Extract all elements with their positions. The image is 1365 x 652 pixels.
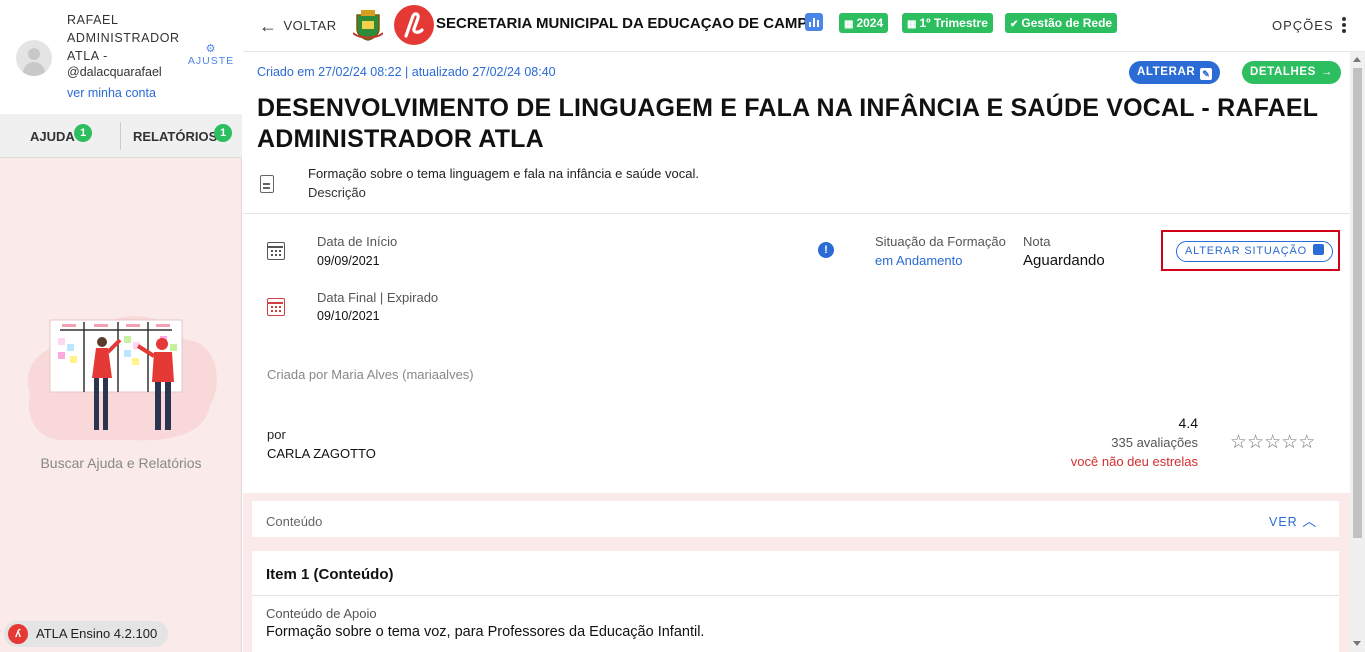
gear-icon: ⚙	[205, 43, 217, 55]
reports-count-badge: 1	[214, 124, 232, 142]
rating-count: 335 avaliações	[1111, 435, 1198, 450]
tab-reports[interactable]: RELATÓRIOS	[133, 114, 217, 158]
star-icon[interactable]: ☆	[1247, 432, 1264, 453]
tag-year[interactable]: ▦ 2024	[839, 13, 889, 33]
document-icon	[260, 175, 274, 193]
end-date-label: Data Final | Expirado	[317, 290, 439, 305]
highlight-box: ALTERAR SITUAÇÃO	[1161, 230, 1340, 271]
sidebar-tabs: AJUDA 1 RELATÓRIOS 1	[0, 114, 242, 158]
page-title: DESENVOLVIMENTO DE LINGUAGEM E FALA NA I…	[257, 94, 1318, 153]
atla-logo-icon: ʎ	[8, 624, 28, 644]
top-bar: ← VOLTAR SECRETARIA MUNICIPAL DA EDUCAÇAO…	[243, 0, 1365, 52]
chart-icon[interactable]	[805, 13, 823, 31]
user-name: RAFAEL ADMINISTRADOR ATLA -	[67, 13, 180, 63]
support-label: Conteúdo de Apoio	[266, 606, 377, 621]
tab-reports-label: RELATÓRIOS	[133, 129, 218, 144]
by-label: por	[267, 427, 286, 442]
help-count-badge: 1	[74, 124, 92, 142]
grade-value: Aguardando	[1023, 252, 1105, 269]
description-text: Formação sobre o tema linguagem e fala n…	[308, 166, 699, 181]
my-account-link[interactable]: ver minha conta	[67, 86, 156, 100]
version-badge: ʎ ATLA Ensino 4.2.100	[4, 621, 168, 647]
end-date-value: 09/10/2021	[317, 309, 380, 323]
atla-logo-icon	[404, 12, 424, 38]
start-date-value: 09/09/2021	[317, 254, 380, 268]
star-rating[interactable]: ☆☆☆☆☆	[1230, 431, 1315, 454]
created-info: Criado em 27/02/24 08:22 | atualizado 27…	[257, 65, 556, 79]
brand-logo[interactable]	[394, 5, 434, 45]
status-value[interactable]: em Andamento	[875, 253, 962, 268]
chevron-up-icon: ︿	[1302, 513, 1318, 529]
divider	[243, 213, 1350, 214]
rating-notice: você não deu estrelas	[1070, 454, 1198, 469]
edit-button-label: ALTERAR	[1137, 66, 1196, 78]
tag-period-label: 1º Trimestre	[919, 16, 988, 30]
user-panel: RAFAEL ADMINISTRADOR ATLA - @dalacquaraf…	[0, 0, 242, 114]
toggle-content-button[interactable]: VER ︿	[1269, 511, 1317, 531]
tag-scope[interactable]: ✔ Gestão de Rede	[1005, 13, 1118, 33]
star-icon[interactable]: ☆	[1298, 432, 1315, 453]
edit-icon: ✎	[1200, 68, 1213, 80]
description-label: Descrição	[308, 185, 366, 200]
more-vertical-icon[interactable]	[1342, 17, 1348, 35]
support-text: Formação sobre o tema voz, para Professo…	[266, 624, 705, 640]
back-label: VOLTAR	[283, 18, 337, 33]
user-handle: @dalacquarafael	[67, 65, 162, 79]
info-icon[interactable]: !	[818, 242, 834, 258]
settings-label: AJUSTE	[187, 55, 235, 67]
change-status-button[interactable]: ALTERAR SITUAÇÃO	[1176, 241, 1334, 262]
tag-period[interactable]: ▦ 1º Trimestre	[902, 13, 993, 33]
arrow-right-icon: →	[1320, 66, 1334, 78]
by-value: CARLA ZAGOTTO	[267, 446, 376, 461]
tab-divider	[120, 122, 121, 150]
grade-label: Nota	[1023, 234, 1051, 249]
municipal-crest-icon	[353, 10, 383, 41]
star-icon[interactable]: ☆	[1264, 432, 1281, 453]
calendar-icon: ▦	[844, 19, 854, 30]
change-status-label: ALTERAR SITUAÇÃO	[1185, 245, 1308, 257]
toggle-label: VER	[1269, 515, 1298, 529]
scroll-down-icon[interactable]	[1353, 641, 1361, 646]
back-button[interactable]: ← VOLTAR	[259, 16, 337, 37]
tag-year-label: 2024	[856, 16, 884, 30]
star-icon[interactable]: ☆	[1230, 432, 1247, 453]
arrow-left-icon: ←	[259, 16, 278, 36]
star-icon[interactable]: ☆	[1281, 432, 1298, 453]
help-illustration	[28, 316, 217, 441]
organization-name: SECRETARIA MUNICIPAL DA EDUCAÇAO DE CAMP…	[436, 15, 820, 32]
scroll-up-icon[interactable]	[1353, 57, 1361, 62]
start-date-label: Data de Início	[317, 234, 398, 249]
tag-scope-label: Gestão de Rede	[1021, 16, 1113, 30]
content-section-header: Conteúdo VER ︿	[252, 501, 1339, 537]
divider	[252, 595, 1339, 596]
calendar-expired-icon	[267, 298, 285, 316]
details-button-label: DETALHES	[1250, 66, 1316, 78]
sidebar: RAFAEL ADMINISTRADOR ATLA - @dalacquaraf…	[0, 0, 242, 652]
check-circle-icon: ✔	[1010, 19, 1019, 30]
edit-icon	[1313, 244, 1325, 255]
help-search-text[interactable]: Buscar Ajuda e Relatórios	[0, 455, 242, 471]
content-item-card: Item 1 (Conteúdo) Conteúdo de Apoio Form…	[252, 551, 1339, 652]
tab-help-label: AJUDA	[30, 129, 75, 144]
settings-button[interactable]: ⚙ AJUSTE	[186, 43, 236, 68]
rating-summary: 4.4 335 avaliações você não deu estrelas	[1043, 415, 1198, 469]
calendar-icon: ▦	[907, 19, 917, 30]
scroll-thumb[interactable]	[1353, 68, 1362, 538]
calendar-icon	[267, 242, 285, 260]
content-section-label: Conteúdo	[266, 514, 323, 529]
created-by-text: Criada por Maria Alves (mariaalves)	[267, 367, 474, 382]
rating-score: 4.4	[1178, 415, 1198, 431]
avatar[interactable]	[16, 40, 52, 76]
edit-button[interactable]: ALTERAR ✎	[1129, 61, 1221, 84]
item-title: Item 1 (Conteúdo)	[266, 566, 394, 583]
options-button[interactable]: OPÇÕES	[1272, 18, 1334, 33]
details-button[interactable]: DETALHES →	[1242, 61, 1342, 84]
version-label: ATLA Ensino 4.2.100	[36, 626, 158, 641]
tab-help[interactable]: AJUDA	[30, 114, 75, 158]
main-content: Criado em 27/02/24 08:22 | atualizado 27…	[243, 53, 1350, 652]
vertical-scrollbar[interactable]	[1350, 52, 1365, 652]
status-label: Situação da Formação	[875, 234, 1006, 249]
